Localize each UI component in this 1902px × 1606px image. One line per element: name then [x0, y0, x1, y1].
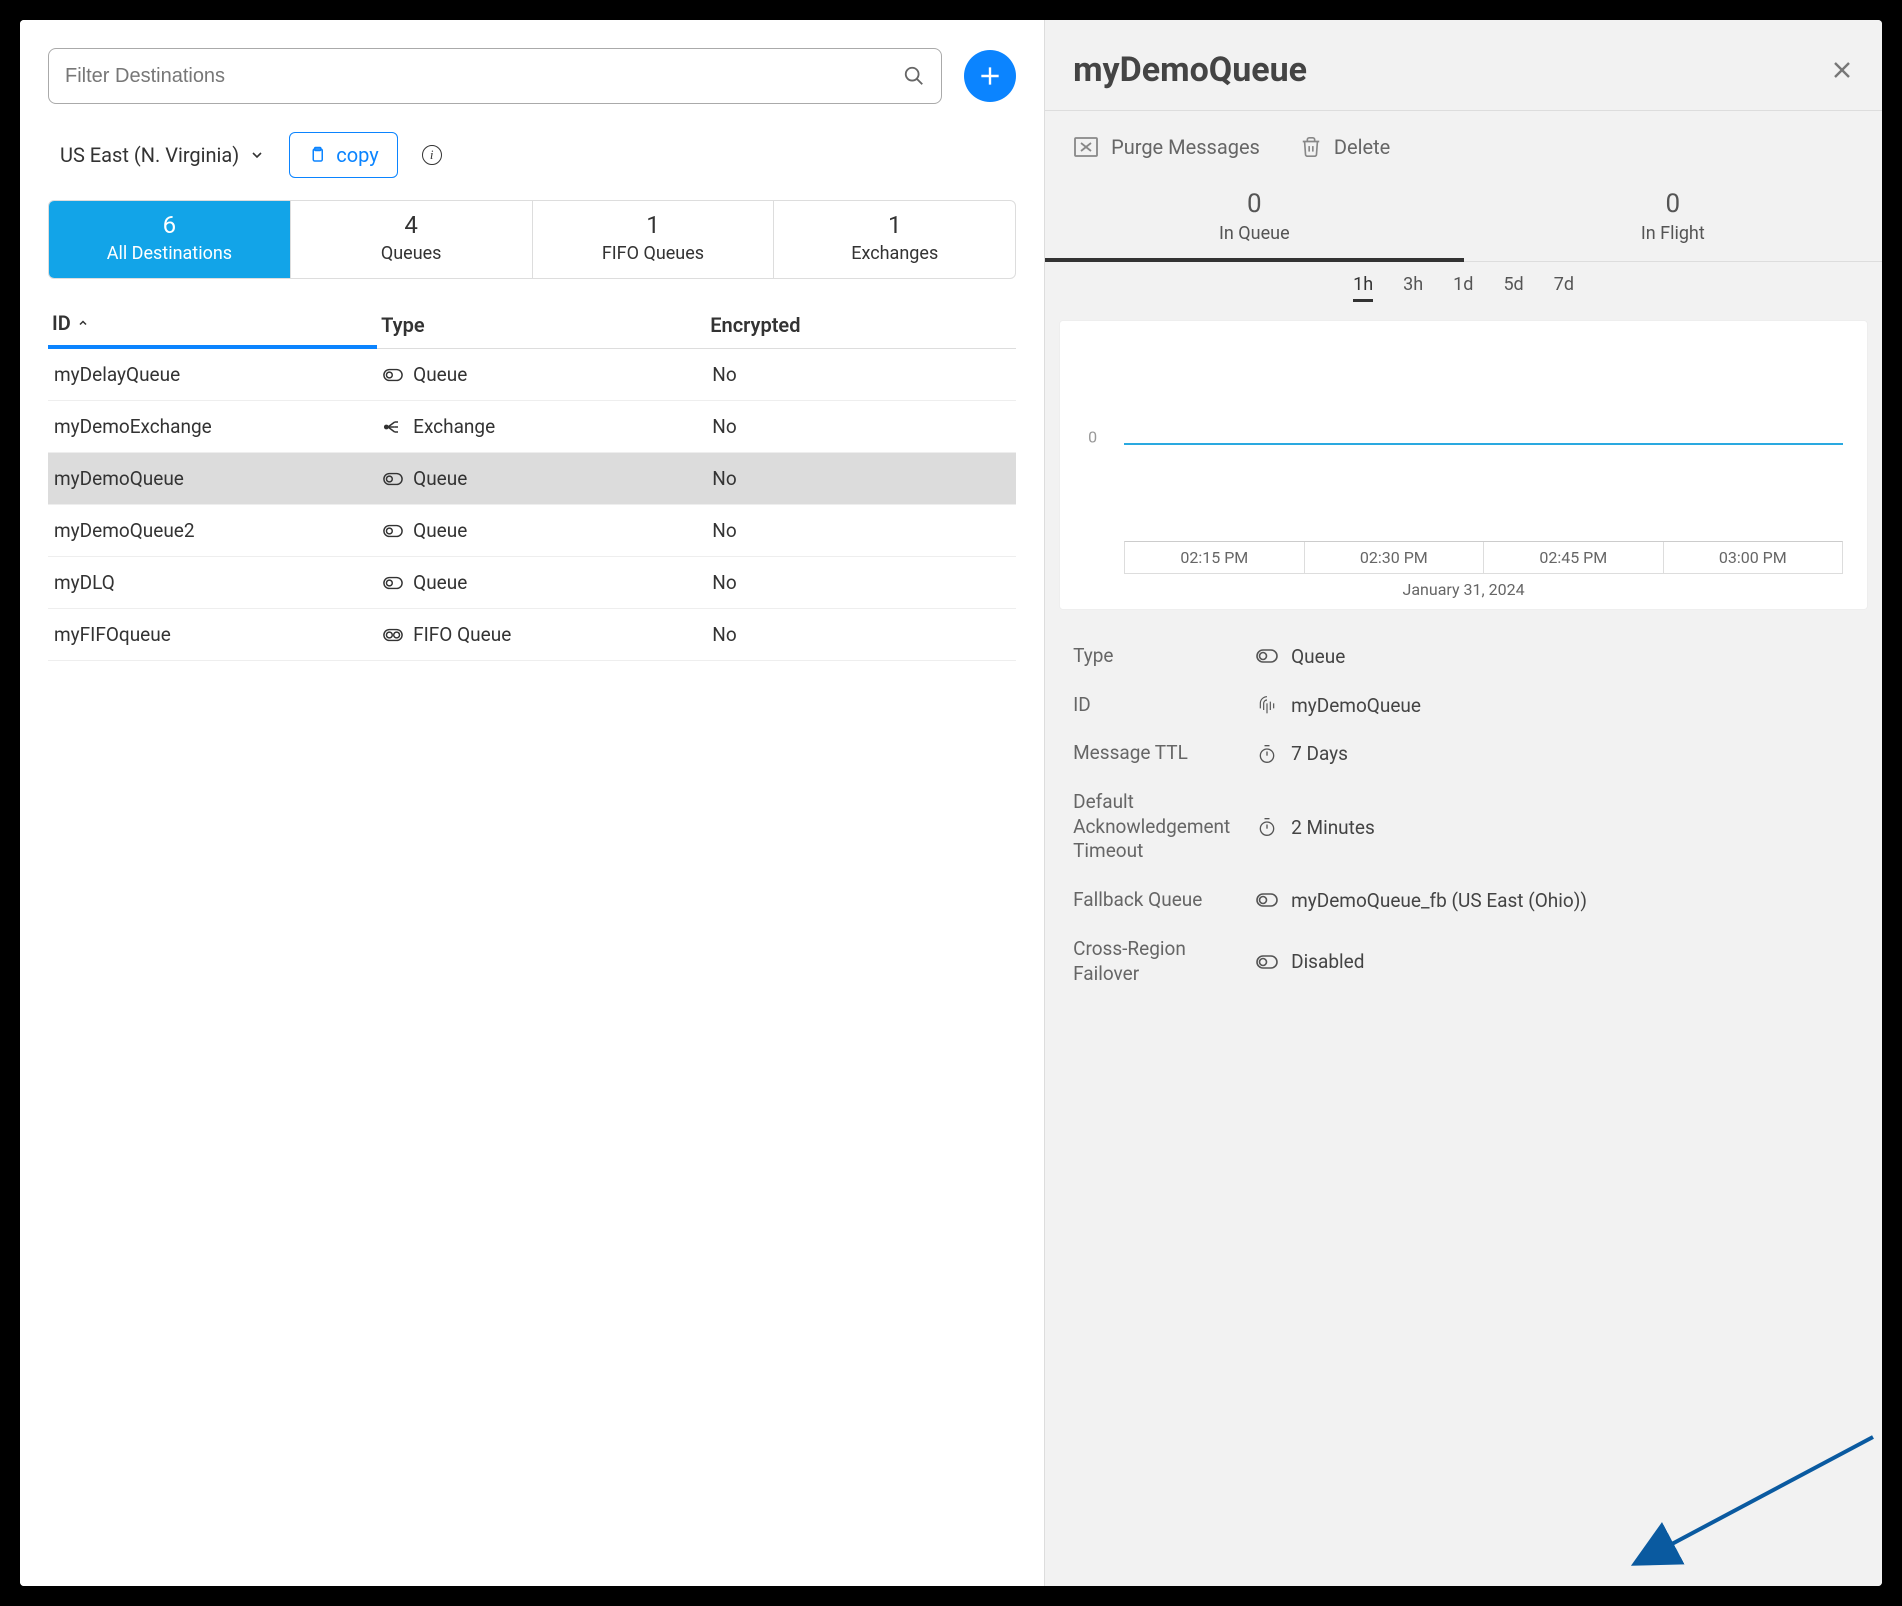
stat-label: Exchanges [851, 243, 938, 264]
filter-input[interactable] [65, 65, 903, 88]
table-row[interactable]: myDemoExchange Exchange No [48, 401, 1016, 453]
prop-ack-value: 2 Minutes [1291, 816, 1854, 839]
stat-label: FIFO Queues [602, 243, 704, 264]
col-header-encrypted[interactable]: Encrypted [706, 301, 1016, 348]
chart-date: January 31, 2024 [1074, 574, 1853, 601]
time-opt-1h[interactable]: 1h [1353, 274, 1373, 302]
cell-type: Queue [413, 519, 467, 542]
cell-encrypted: No [706, 401, 1016, 452]
add-button[interactable] [964, 50, 1016, 102]
col-header-id[interactable]: ID [48, 301, 377, 349]
table-row[interactable]: myDelayQueue Queue No [48, 349, 1016, 401]
time-opt-3h[interactable]: 3h [1403, 274, 1423, 302]
delete-button[interactable]: Delete [1300, 135, 1390, 159]
cell-type: Exchange [413, 415, 495, 438]
chart-series-line [1124, 443, 1843, 445]
chart-x-tick: 02:30 PM [1305, 542, 1484, 573]
region-label: US East (N. Virginia) [60, 143, 239, 167]
cell-type: FIFO Queue [413, 623, 511, 646]
cell-id: myDemoExchange [48, 401, 377, 452]
chart-x-tick: 02:45 PM [1484, 542, 1663, 573]
chart: 0 02:15 PM02:30 PM02:45 PM03:00 PM Janua… [1059, 320, 1868, 610]
table-row[interactable]: myDemoQueue2 Queue No [48, 505, 1016, 557]
exchange-icon [383, 418, 403, 436]
cell-id: myFIFOqueue [48, 609, 377, 660]
stat-count: 1 [646, 211, 660, 239]
copy-label: copy [336, 143, 378, 167]
time-picker: 1h 3h 1d 5d 7d [1045, 262, 1882, 314]
stopwatch-icon [1255, 743, 1279, 765]
prop-fallback-label: Fallback Queue [1073, 888, 1243, 913]
stat-queues[interactable]: 4 Queues [291, 201, 533, 278]
cell-type: Queue [413, 467, 467, 490]
stat-count: 1 [888, 211, 902, 239]
metric-in-queue[interactable]: 0 In Queue [1045, 183, 1463, 262]
prop-type-value: Queue [1291, 645, 1854, 668]
stats-strip: 6 All Destinations 4 Queues 1 FIFO Queues 1 Exc… [48, 200, 1016, 279]
prop-fallback-value: myDemoQueue_fb (US East (Ohio)) [1291, 889, 1854, 912]
cell-encrypted: No [706, 609, 1016, 660]
filter-input-wrap[interactable] [48, 48, 942, 104]
prop-id-value: myDemoQueue [1291, 694, 1854, 717]
queue-icon [1255, 955, 1279, 969]
cell-type: Queue [413, 363, 467, 386]
prop-ttl-label: Message TTL [1073, 741, 1243, 766]
cell-encrypted: No [706, 557, 1016, 608]
detail-title: myDemoQueue [1073, 50, 1307, 90]
cell-type: Queue [413, 571, 467, 594]
close-icon[interactable] [1830, 58, 1854, 82]
fingerprint-icon [1255, 694, 1279, 716]
time-opt-1d[interactable]: 1d [1453, 274, 1473, 302]
stat-label: Queues [381, 243, 442, 264]
table-row[interactable]: myDLQ Queue No [48, 557, 1016, 609]
table-row[interactable]: myFIFOqueue FIFO Queue No [48, 609, 1016, 661]
queue-icon [383, 368, 403, 382]
queue-icon [383, 472, 403, 486]
cell-encrypted: No [706, 349, 1016, 400]
clipboard-icon [308, 145, 326, 165]
stat-fifo-queues[interactable]: 1 FIFO Queues [533, 201, 775, 278]
metric-in-flight[interactable]: 0 In Flight [1464, 183, 1882, 261]
cell-encrypted: No [706, 453, 1016, 504]
purge-button[interactable]: Purge Messages [1073, 135, 1260, 159]
chart-y-tick-0: 0 [1088, 428, 1097, 447]
search-icon [903, 65, 925, 87]
cell-id: myDLQ [48, 557, 377, 608]
fifo-icon [383, 628, 403, 642]
queue-icon [1255, 649, 1279, 663]
stat-count: 4 [404, 211, 418, 239]
table-row[interactable]: myDemoQueue Queue No [48, 453, 1016, 505]
prop-ttl-value: 7 Days [1291, 742, 1854, 765]
info-icon[interactable]: i [422, 145, 442, 165]
prop-type-label: Type [1073, 644, 1243, 669]
cell-id: myDemoQueue2 [48, 505, 377, 556]
stat-all-destinations[interactable]: 6 All Destinations [49, 201, 291, 278]
cell-encrypted: No [706, 505, 1016, 556]
prop-ack-label: Default Acknowledgement Timeout [1073, 790, 1243, 864]
cell-id: myDelayQueue [48, 349, 377, 400]
region-select[interactable]: US East (N. Virginia) [60, 143, 265, 167]
queue-icon [383, 576, 403, 590]
purge-icon [1073, 136, 1099, 158]
trash-icon [1300, 135, 1322, 159]
time-opt-7d[interactable]: 7d [1554, 274, 1574, 302]
chevron-down-icon [249, 147, 265, 163]
time-opt-5d[interactable]: 5d [1503, 274, 1523, 302]
chart-x-tick: 02:15 PM [1125, 542, 1304, 573]
stopwatch-icon [1255, 816, 1279, 838]
stat-label: All Destinations [107, 243, 232, 264]
col-header-type[interactable]: Type [377, 301, 706, 348]
queue-icon [1255, 893, 1279, 907]
sort-asc-icon [77, 317, 89, 329]
copy-button[interactable]: copy [289, 132, 397, 178]
stat-exchanges[interactable]: 1 Exchanges [774, 201, 1015, 278]
prop-failover-label: Cross-Region Failover [1073, 937, 1243, 986]
prop-failover-value: Disabled [1291, 950, 1854, 973]
prop-id-label: ID [1073, 693, 1243, 718]
annotation-arrow [1618, 1432, 1878, 1582]
chart-x-tick: 03:00 PM [1664, 542, 1842, 573]
queue-icon [383, 524, 403, 538]
stat-count: 6 [163, 211, 177, 239]
cell-id: myDemoQueue [48, 453, 377, 504]
